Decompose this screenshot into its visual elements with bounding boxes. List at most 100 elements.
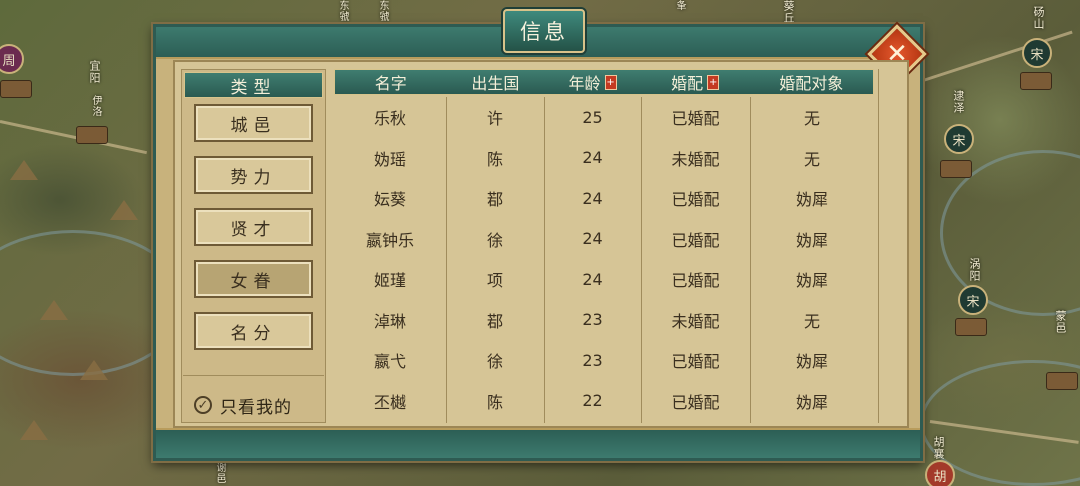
place-label: 涡阳 xyxy=(968,258,981,282)
place-label: 夆 xyxy=(674,0,685,11)
place-label: 东虢 xyxy=(337,0,348,22)
divider xyxy=(183,375,324,376)
cell-spouse: 妫犀 xyxy=(795,230,828,250)
mountain-icon xyxy=(110,200,138,220)
table-row[interactable]: 淖琳 鄀 23 未婚配 无 xyxy=(334,300,874,340)
cell-birth-state: 鄀 xyxy=(486,190,503,209)
sort-icon[interactable]: + xyxy=(707,74,720,90)
place-label: 胡襄 xyxy=(932,436,945,460)
column-header-age[interactable]: 年龄 + xyxy=(544,70,641,94)
cell-age: 23 xyxy=(582,310,603,329)
header-label: 年龄 xyxy=(568,74,601,93)
table-row[interactable]: 妘葵 鄀 24 已婚配 妫犀 xyxy=(334,178,874,218)
cell-marital: 已婚配 xyxy=(671,352,720,371)
cell-name: 妫瑶 xyxy=(373,149,406,169)
header-label: 婚配对象 xyxy=(779,74,844,93)
column-header-birth-state[interactable]: 出生国 xyxy=(447,70,545,94)
cell-birth-state: 鄀 xyxy=(486,311,503,331)
road xyxy=(0,120,148,155)
women-table: 名字 出生国 年龄 + 婚配 + 婚配对象 乐秋许 25 已婚配无妫瑶陈 24 未婚配无妘葵… xyxy=(334,69,874,423)
cell-name: 姬瑾 xyxy=(373,271,406,290)
category-button-city[interactable]: 城邑 xyxy=(194,104,313,142)
place-label: 谢邑 xyxy=(214,462,225,484)
cell-marital: 已婚配 xyxy=(671,230,720,250)
place-label: 砀山 xyxy=(1032,6,1045,30)
header-label: 名字 xyxy=(374,74,407,93)
column-header-name[interactable]: 名字 xyxy=(335,70,447,94)
dialog-footer-bar xyxy=(156,428,920,458)
category-panel: 类型 城邑 势力 贤才 女眷 名分 ✓ 只看我的 xyxy=(181,69,326,423)
city-house-icon[interactable] xyxy=(1046,372,1078,390)
cell-spouse: 妫犀 xyxy=(795,271,828,290)
city-house-icon[interactable] xyxy=(955,318,987,336)
table-row[interactable]: 嬴弋 徐 23 已婚配 妫犀 xyxy=(334,340,874,380)
sort-icon[interactable]: + xyxy=(604,74,617,90)
table-header: 名字 出生国 年龄 + 婚配 + 婚配对象 xyxy=(334,69,874,95)
check-icon: ✓ xyxy=(194,396,212,414)
cell-birth-state: 徐 xyxy=(486,352,503,371)
cell-age: 24 xyxy=(582,269,603,289)
cell-age: 23 xyxy=(582,350,603,370)
table-row[interactable]: 嬴钟乐 徐 24 已婚配 妫犀 xyxy=(334,219,874,259)
cell-name: 乐秋 xyxy=(373,109,406,128)
column-header-marital[interactable]: 婚配 + xyxy=(641,70,750,94)
city-house-icon[interactable] xyxy=(1020,72,1052,90)
cell-birth-state: 项 xyxy=(486,271,503,290)
cell-birth-state: 许 xyxy=(486,109,503,128)
place-label: 东虢 xyxy=(377,0,388,22)
cell-marital: 未婚配 xyxy=(671,149,720,169)
place-label: 蒙邑 xyxy=(1054,310,1067,334)
cell-age: 25 xyxy=(582,107,603,127)
city-house-icon[interactable] xyxy=(76,126,108,144)
city-marker[interactable]: 宋 xyxy=(1022,38,1052,68)
scrollbar[interactable] xyxy=(878,69,899,423)
mountain-icon xyxy=(10,160,38,180)
cell-name: 妘葵 xyxy=(373,190,406,209)
city-marker[interactable]: 胡 xyxy=(925,460,955,486)
cell-marital: 未婚配 xyxy=(671,311,720,331)
city-marker[interactable]: 宋 xyxy=(958,285,988,315)
dialog-title: 信息 xyxy=(503,9,585,53)
city-marker[interactable]: 周 xyxy=(0,44,24,74)
category-button-faction[interactable]: 势力 xyxy=(194,156,313,194)
cell-name: 淖琳 xyxy=(373,311,406,331)
place-label: 宜阳 xyxy=(88,60,101,84)
cell-marital: 已婚配 xyxy=(671,109,720,128)
cell-spouse: 妫犀 xyxy=(795,392,828,412)
category-button-talent[interactable]: 贤才 xyxy=(194,208,313,246)
table-row[interactable]: 妫瑶 陈 24 未婚配 无 xyxy=(334,138,874,178)
city-house-icon[interactable] xyxy=(0,80,32,98)
category-button-women[interactable]: 女眷 xyxy=(194,260,313,298)
cell-marital: 已婚配 xyxy=(671,190,720,209)
info-dialog: 信息 ✕ 类型 城邑 势力 贤才 女眷 名分 ✓ 只看我的 名字 出生国 年龄 +… xyxy=(153,9,927,461)
city-marker[interactable]: 宋 xyxy=(944,124,974,154)
cell-marital: 已婚配 xyxy=(671,271,720,290)
table-row[interactable]: 丕樾 陈 22 已婚配 妫犀 xyxy=(334,381,874,421)
cell-spouse: 无 xyxy=(803,109,820,128)
only-mine-toggle[interactable]: ✓ 只看我的 xyxy=(194,392,324,418)
cell-marital: 已婚配 xyxy=(671,392,720,412)
category-header: 类型 xyxy=(184,72,323,98)
header-label: 出生国 xyxy=(471,74,520,93)
cell-age: 22 xyxy=(582,391,603,410)
only-mine-label: 只看我的 xyxy=(220,397,292,418)
category-button-rank[interactable]: 名分 xyxy=(194,312,313,350)
cell-age: 24 xyxy=(582,229,603,248)
cell-birth-state: 陈 xyxy=(486,149,503,169)
column-header-spouse[interactable]: 婚配对象 xyxy=(749,70,873,94)
place-label: 逮泽 xyxy=(952,90,965,114)
header-label: 婚配 xyxy=(671,74,704,93)
place-label: 伊洛 xyxy=(90,95,101,117)
cell-spouse: 无 xyxy=(803,311,820,331)
table-row[interactable]: 乐秋 许 25 已婚配 无 xyxy=(334,97,874,137)
mountain-icon xyxy=(40,300,68,320)
city-house-icon[interactable] xyxy=(940,160,972,178)
cell-name: 嬴钟乐 xyxy=(365,230,414,250)
mountain-icon xyxy=(20,420,48,440)
table-row[interactable]: 姬瑾 项 24 已婚配 妫犀 xyxy=(334,259,874,299)
cell-name: 嬴弋 xyxy=(373,352,406,371)
cell-spouse: 妫犀 xyxy=(795,352,828,371)
cell-age: 24 xyxy=(582,188,603,208)
place-label: 葵丘 xyxy=(782,0,795,24)
cell-birth-state: 陈 xyxy=(486,392,503,412)
